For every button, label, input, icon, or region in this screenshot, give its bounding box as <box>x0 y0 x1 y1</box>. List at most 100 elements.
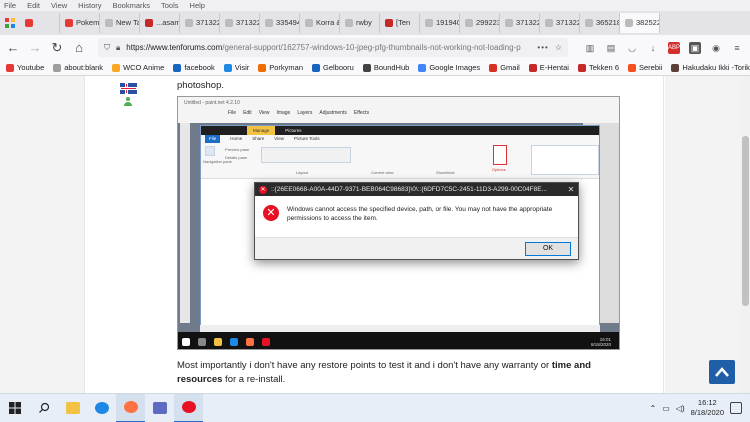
browser-tab[interactable]: Korra & Asa <box>300 13 340 33</box>
shield-icon[interactable]: ⛉ <box>104 43 110 53</box>
scroll-to-top-button[interactable] <box>709 360 735 384</box>
file-extensions-panel <box>531 145 599 175</box>
menu-item-bookmarks[interactable]: Bookmarks <box>113 0 151 11</box>
menu-item-tools[interactable]: Tools <box>161 0 179 11</box>
bookmark-star-icon[interactable]: ☆ <box>555 43 562 52</box>
tab-label: New Tab <box>116 18 139 27</box>
paintnet-menu-item: Layers <box>297 110 313 116</box>
notification-icon[interactable] <box>730 402 742 414</box>
bookmark-favicon-icon <box>173 63 182 72</box>
taskbar-clock[interactable]: 16:12 8/18/2020 <box>691 398 724 418</box>
tab-label: 2992234 <box>476 18 499 27</box>
tab-favicon-icon <box>625 19 633 27</box>
bookmark-item[interactable]: Google Images <box>418 63 480 72</box>
bookmark-item[interactable]: Youtube <box>6 63 44 72</box>
scrollbar-thumb[interactable] <box>742 136 749 306</box>
browser-tab[interactable]: 3713227 <box>220 13 260 33</box>
bookmark-favicon-icon <box>258 63 267 72</box>
browser-tab[interactable]: New Tab <box>100 13 140 33</box>
menu-item-history[interactable]: History <box>78 0 101 11</box>
browser-tab[interactable]: 3652181 <box>580 13 620 33</box>
back-icon[interactable]: ← <box>6 40 20 55</box>
edge-icon <box>230 337 238 346</box>
forward-icon[interactable]: → <box>28 40 42 55</box>
tab-label: ...asam <box>156 18 180 27</box>
paintnet-menu-item: Effects <box>353 110 370 116</box>
home-icon[interactable]: ⌂ <box>72 40 86 55</box>
bookmark-item[interactable]: Porkyman <box>258 63 303 72</box>
bookmark-favicon-icon <box>489 63 498 72</box>
windows-start-icon[interactable] <box>0 394 29 422</box>
menu-item-view[interactable]: View <box>51 0 67 11</box>
embedded-date: 8/18/2020 <box>590 341 611 347</box>
page-actions-icon[interactable]: ••• <box>537 43 548 52</box>
menu-item-help[interactable]: Help <box>190 0 205 11</box>
tab-favicon-icon <box>305 19 313 27</box>
menu-item-file[interactable]: File <box>4 0 16 11</box>
reload-icon[interactable]: ↻ <box>50 40 64 55</box>
bookmark-label: Gmail <box>500 63 520 72</box>
hamburger-menu-icon[interactable]: ≡ <box>731 42 743 54</box>
bookmark-item[interactable]: WCO Anime <box>112 63 164 72</box>
search-icon[interactable] <box>29 394 58 422</box>
bookmark-item[interactable]: about:blank <box>53 63 103 72</box>
volume-icon[interactable]: ◁) <box>676 404 685 413</box>
browser-tab[interactable]: Pokem <box>60 13 100 33</box>
browser-tab[interactable]: 2992234 <box>460 13 500 33</box>
browser-tab[interactable]: 3713228 <box>180 13 220 33</box>
extension-icon[interactable]: ▣ <box>689 41 701 54</box>
bookmark-item[interactable]: Gmail <box>489 63 520 72</box>
bookmark-label: Gelbooru <box>323 63 354 72</box>
navigation-bar: ← → ↻ ⌂ ⛉ 🔒︎ https://www.tenforums.com/g… <box>0 35 750 60</box>
lock-icon[interactable]: 🔒︎ <box>116 43 120 53</box>
bookmark-favicon-icon <box>312 63 320 72</box>
reader-icon[interactable]: ▤ <box>605 42 617 54</box>
tab-favicon-icon <box>265 19 273 27</box>
tab-label: 3354949 <box>276 18 299 27</box>
firefox-menu-icon[interactable] <box>0 11 20 35</box>
account-icon[interactable]: ◉ <box>710 42 722 54</box>
browser-tab[interactable]: 1919408 <box>420 13 460 33</box>
bookmark-item[interactable]: BoundHub <box>362 63 409 72</box>
network-icon[interactable]: ▭ <box>662 404 670 413</box>
paintnet-menu-item: File <box>228 110 237 116</box>
browser-tab[interactable]: 3354949 <box>260 13 300 33</box>
bookmark-item[interactable]: Gelbooru <box>312 63 354 72</box>
bookmark-item[interactable]: Tekken 6 <box>577 63 619 72</box>
tab-label: rwby <box>356 18 372 27</box>
library-icon[interactable]: ▥ <box>584 42 596 54</box>
bookmark-item[interactable]: E-Hentai <box>528 63 569 72</box>
edge-icon[interactable] <box>87 394 116 422</box>
browser-tab[interactable] <box>20 13 60 33</box>
adblock-icon[interactable]: ABP <box>668 41 680 54</box>
paintnet-icon[interactable] <box>145 394 174 422</box>
bookmark-item[interactable]: Visir <box>223 63 249 72</box>
tray-chevron-icon[interactable]: ⌃ <box>650 404 657 413</box>
bookmark-label: Serebii <box>639 63 663 72</box>
menu-item-edit[interactable]: Edit <box>27 0 40 11</box>
paintnet-menu: File Edit View Image Layers Adjustments Effect… <box>228 110 369 116</box>
paintnet-tools <box>180 123 190 323</box>
close-icon[interactable]: ✕ <box>564 183 578 196</box>
address-bar[interactable]: ⛉ 🔒︎ https://www.tenforums.com/general-s… <box>98 38 568 57</box>
browser-tab[interactable]: 3713227 <box>540 13 580 33</box>
firefox-icon[interactable] <box>116 393 145 422</box>
file-explorer-icon[interactable] <box>58 394 87 422</box>
browser-tab[interactable]: rwby <box>340 13 380 33</box>
download-icon[interactable]: ↓ <box>647 42 659 54</box>
ok-button[interactable]: OK <box>525 242 571 256</box>
browser-tab[interactable]: ...asam <box>140 13 180 33</box>
start-icon <box>182 337 190 346</box>
browser-tab[interactable]: 3825229 <box>620 13 660 33</box>
browser-tab[interactable]: [Ten <box>380 13 420 33</box>
pocket-icon[interactable]: ◡ <box>626 42 638 54</box>
clock-time: 16:12 <box>697 398 717 407</box>
bookmark-item[interactable]: Serebii <box>628 63 662 72</box>
bookmark-item[interactable]: facebook <box>173 63 215 72</box>
paintnet-toolbar: Untitled - paint.net 4.2.10 File Edit View… <box>178 97 619 123</box>
error-dialog-taskbar-icon[interactable] <box>174 393 203 422</box>
browser-tab[interactable]: 3713228 <box>500 13 540 33</box>
tab-favicon-icon <box>145 19 153 27</box>
bookmark-item[interactable]: Hakudaku Ikki -Toriko... <box>671 63 750 72</box>
post-paragraph-line2: resources for a re-install. <box>177 374 285 385</box>
